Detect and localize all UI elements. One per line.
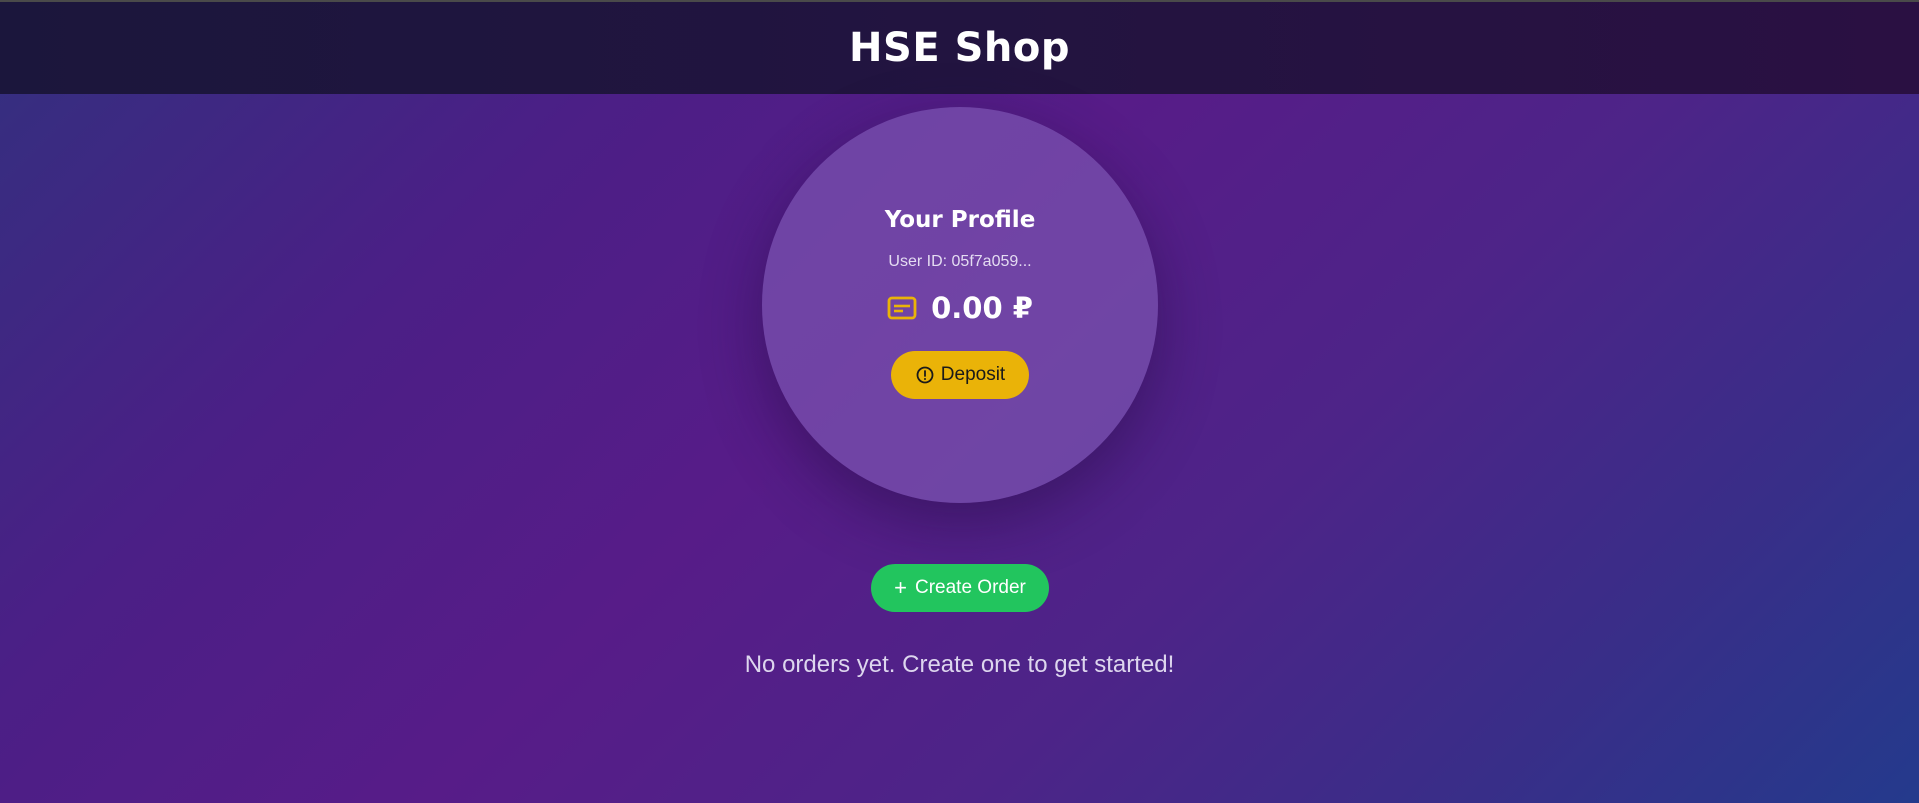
wallet-icon xyxy=(887,295,917,321)
empty-orders-message: No orders yet. Create one to get started… xyxy=(744,651,1175,678)
user-id-text: User ID: 05f7a059... xyxy=(888,253,1032,270)
balance-amount: 0.00 ₽ xyxy=(931,291,1033,325)
plus-icon: + xyxy=(894,574,907,600)
profile-title: Your Profile xyxy=(884,207,1036,233)
deposit-label: Deposit xyxy=(940,364,1006,385)
alert-circle-icon xyxy=(916,366,934,384)
app-title: HSE Shop xyxy=(849,25,1070,71)
profile-card: Your Profile User ID: 05f7a059... 0.00 ₽… xyxy=(762,107,1158,503)
deposit-button[interactable]: Deposit xyxy=(891,351,1029,399)
app-header: HSE Shop xyxy=(0,2,1919,94)
create-order-label: Create Order xyxy=(914,577,1026,598)
balance-row: 0.00 ₽ xyxy=(887,291,1033,325)
create-order-button[interactable]: + Create Order xyxy=(871,564,1049,612)
